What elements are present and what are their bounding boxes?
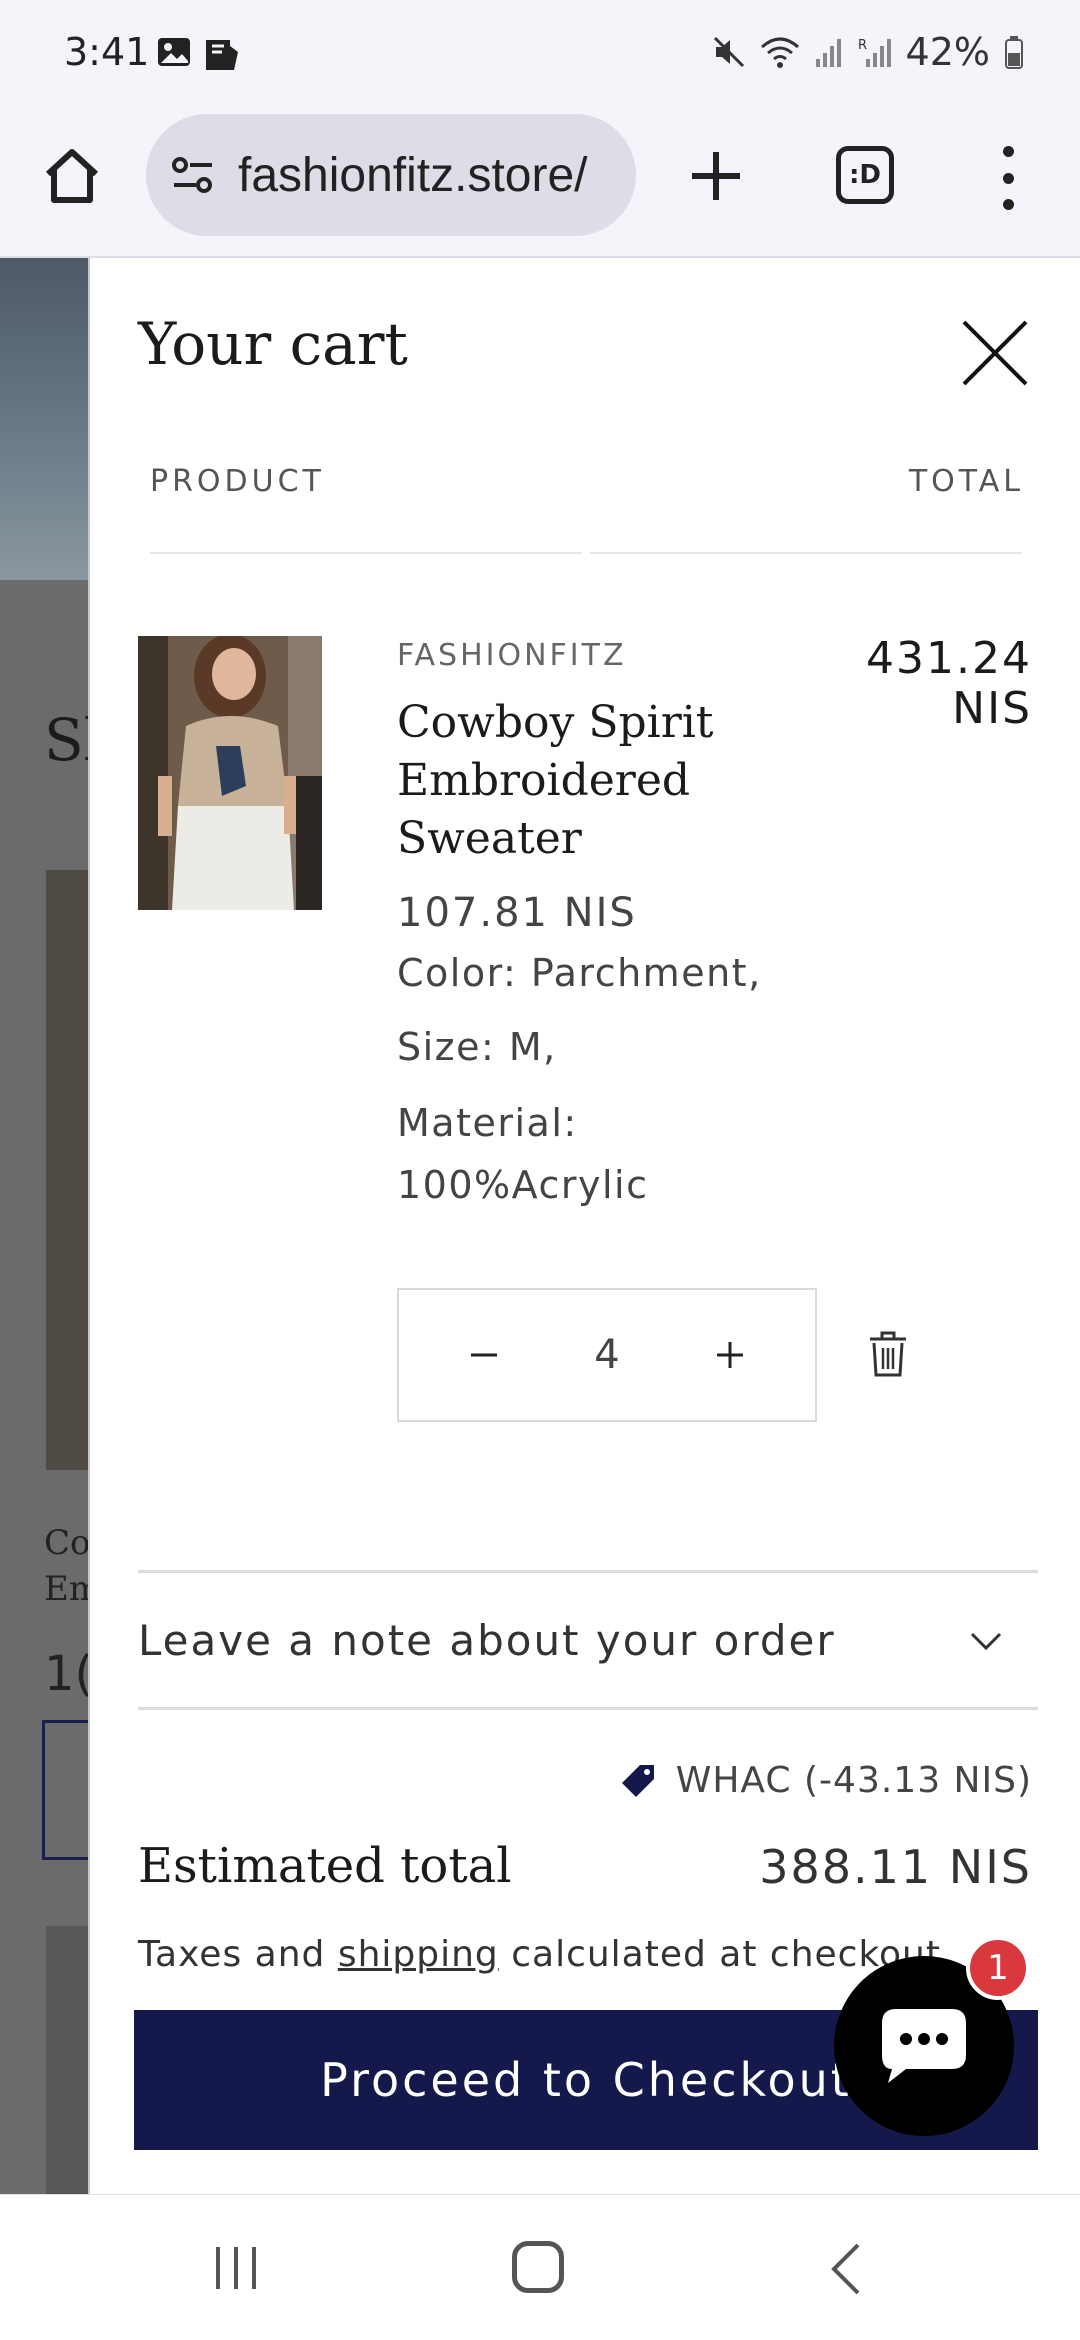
tax-note: Taxes and shipping calculated at checkou… bbox=[138, 1934, 941, 1975]
status-time: 3:41 bbox=[64, 30, 150, 74]
discount-code: WHAC (-43.13 NIS) bbox=[618, 1760, 1032, 1801]
estimated-total-label: Estimated total bbox=[138, 1838, 512, 1894]
option-material-value: 100%Acrylic bbox=[397, 1163, 649, 1207]
discount-label: WHAC (-43.13 NIS) bbox=[675, 1760, 1032, 1801]
tax-note-suffix: calculated at checkout bbox=[498, 1934, 941, 1975]
status-notification-icons bbox=[156, 34, 242, 74]
order-note-label: Leave a note about your order bbox=[138, 1615, 836, 1665]
app-notification-icon bbox=[206, 40, 238, 70]
tab-switcher-button[interactable]: :D bbox=[836, 146, 894, 204]
address-bar[interactable]: fashionfitz.store/ bbox=[146, 114, 636, 236]
mute-icon bbox=[713, 36, 744, 68]
tag-icon bbox=[621, 1764, 654, 1797]
url-text[interactable]: fashionfitz.store/ bbox=[238, 148, 588, 203]
header-divider-right bbox=[590, 552, 1022, 554]
order-note-toggle[interactable]: Leave a note about your order bbox=[138, 1570, 1038, 1710]
line-total: 431.24 NIS bbox=[866, 634, 1032, 734]
status-right-icons: R 42% bbox=[712, 30, 1024, 74]
quantity-stepper: 4 bbox=[397, 1288, 817, 1422]
product-name-link[interactable]: Cowboy Spirit Embroidered Sweater bbox=[397, 694, 757, 868]
product-vendor: FASHIONFITZ bbox=[397, 638, 627, 673]
trash-icon[interactable] bbox=[866, 1330, 910, 1378]
decrease-quantity-button[interactable] bbox=[459, 1330, 509, 1380]
minus-icon bbox=[471, 1353, 497, 1357]
system-navigation-bar bbox=[0, 2194, 1080, 2340]
browser-menu-icon[interactable] bbox=[990, 146, 1026, 210]
new-tab-icon[interactable] bbox=[684, 144, 748, 208]
close-icon[interactable] bbox=[960, 318, 1030, 388]
plus-icon bbox=[716, 1342, 743, 1368]
cart-title: Your cart bbox=[138, 310, 408, 378]
signal-r-icon: R bbox=[858, 38, 891, 67]
site-settings-icon[interactable] bbox=[170, 155, 216, 195]
increase-quantity-button[interactable] bbox=[705, 1330, 755, 1380]
home-nav-icon[interactable] bbox=[512, 2241, 564, 2293]
chat-unread-badge: 1 bbox=[966, 1936, 1030, 2000]
option-size: Size: M, bbox=[397, 1025, 557, 1069]
tax-note-prefix: Taxes and bbox=[138, 1934, 338, 1975]
home-icon[interactable] bbox=[40, 144, 104, 208]
browser-toolbar: fashionfitz.store/ :D bbox=[0, 108, 1080, 258]
quantity-input[interactable]: 4 bbox=[594, 1332, 619, 1378]
chevron-down-icon bbox=[970, 1632, 1002, 1651]
product-thumbnail[interactable] bbox=[138, 636, 322, 910]
tab-switcher-label: :D bbox=[849, 160, 881, 190]
back-icon[interactable] bbox=[826, 2241, 866, 2297]
signal-icon bbox=[815, 39, 841, 67]
image-icon bbox=[158, 38, 190, 66]
line-total-currency: NIS bbox=[952, 683, 1032, 734]
status-bar: 3:41 R 42% bbox=[0, 0, 1080, 108]
column-header-total: TOTAL bbox=[908, 464, 1024, 499]
shipping-link[interactable]: shipping bbox=[338, 1934, 499, 1975]
unit-price: 107.81 NIS bbox=[397, 890, 637, 936]
line-total-amount: 431.24 bbox=[866, 633, 1032, 684]
background-product-price: 1( bbox=[44, 1646, 94, 1702]
recent-apps-icon[interactable] bbox=[212, 2243, 260, 2293]
header-divider-left bbox=[150, 552, 582, 554]
svg-text:R: R bbox=[858, 38, 867, 53]
option-color: Color: Parchment, bbox=[397, 951, 762, 995]
wifi-icon bbox=[760, 37, 799, 68]
battery-icon bbox=[1005, 36, 1023, 69]
column-header-product: PRODUCT bbox=[150, 464, 325, 499]
estimated-total-value: 388.11 NIS bbox=[759, 1840, 1032, 1894]
battery-percent: 42% bbox=[905, 30, 990, 74]
chat-bubble-icon bbox=[882, 2009, 966, 2083]
cart-drawer: Your cart PRODUCT TOTAL FASHIONFITZ Cowb… bbox=[90, 258, 1080, 2194]
option-material-label: Material: bbox=[397, 1101, 578, 1145]
